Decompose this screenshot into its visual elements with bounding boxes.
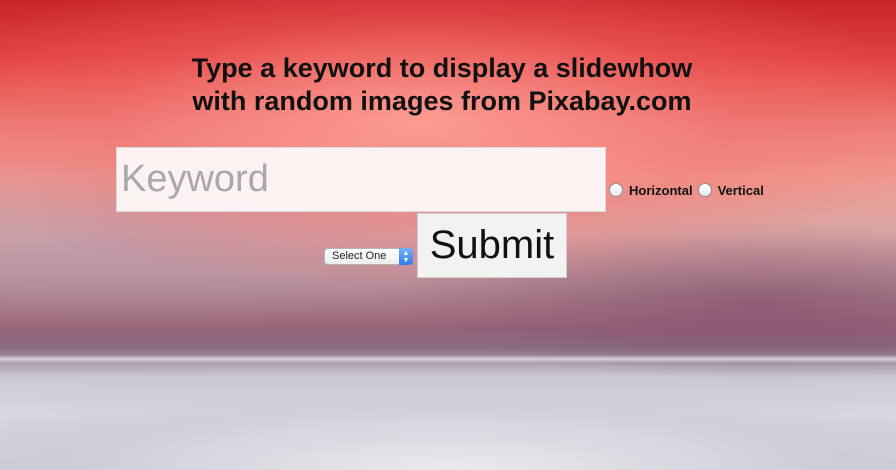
chevron-up-down-icon: ▲ ▼ <box>399 248 413 265</box>
vertical-radio-label[interactable]: Vertical <box>718 183 764 198</box>
category-select[interactable]: Select One ▲ ▼ <box>324 248 413 265</box>
orientation-radio-group: Horizontal Vertical <box>608 180 768 200</box>
horizontal-radio[interactable] <box>609 183 623 197</box>
vertical-radio[interactable] <box>697 183 712 197</box>
heading-line-2: with random images from Pixabay.com <box>192 86 692 116</box>
horizontal-radio-label[interactable]: Horizontal <box>629 183 693 198</box>
select-value: Select One <box>332 250 387 262</box>
page-heading: Type a keyword to display a slidewhow wi… <box>0 52 884 118</box>
keyword-input[interactable] <box>116 147 606 212</box>
submit-button[interactable]: Submit <box>417 213 567 278</box>
heading-line-1: Type a keyword to display a slidewhow <box>191 53 693 83</box>
